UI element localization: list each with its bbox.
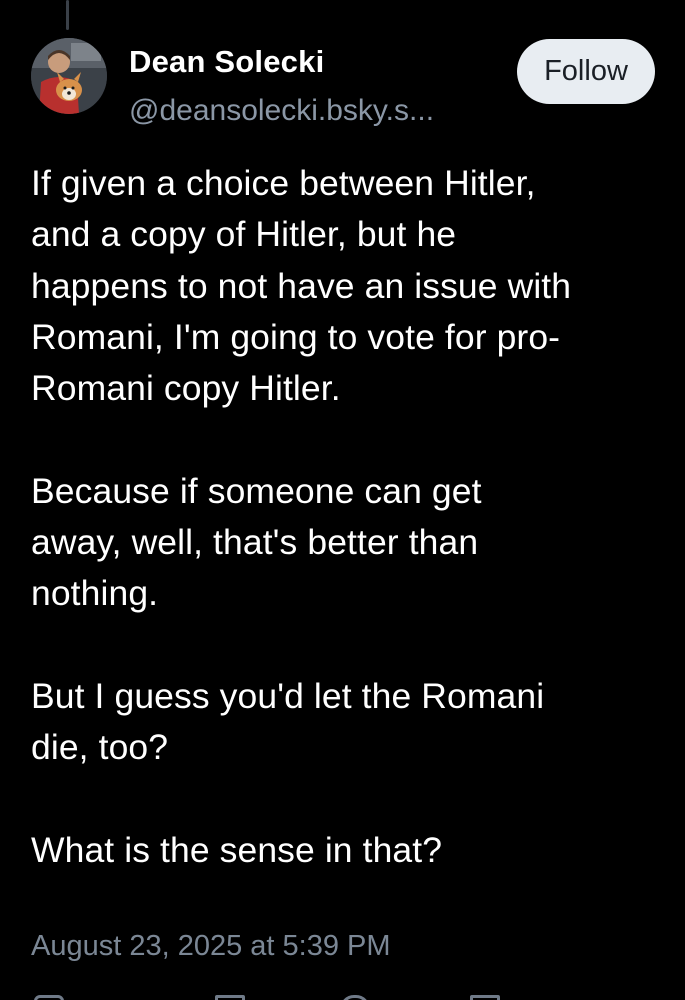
post-text-line: and a copy of Hitler, but he	[31, 214, 457, 255]
post-paragraph: What is the sense in that?	[31, 825, 661, 876]
post-text-line: away, well, that's better than	[31, 522, 479, 563]
post-text-line: Romani copy Hitler.	[31, 368, 341, 409]
post-timestamp[interactable]: August 23, 2025 at 5:39 PM	[31, 930, 391, 963]
author-handle[interactable]: @deansolecki.bsky.s...	[129, 94, 434, 128]
post-paragraph: If given a choice between Hitler, and a …	[31, 158, 661, 414]
post-text-line: What is the sense in that?	[31, 829, 443, 870]
follow-button[interactable]: Follow	[517, 39, 655, 104]
post-text-line: Because if someone can get	[31, 470, 482, 511]
post-text-line: die, too?	[31, 727, 169, 768]
share-icon[interactable]	[470, 995, 500, 1000]
repost-icon[interactable]	[215, 995, 245, 1000]
post-paragraph: Because if someone can get away, well, t…	[31, 466, 661, 620]
avatar-photo-icon	[31, 38, 107, 114]
post-text-line: Romani, I'm going to vote for pro-	[31, 316, 561, 357]
author-display-name[interactable]: Dean Solecki	[129, 44, 324, 80]
post-paragraph: But I guess you'd let the Romani die, to…	[31, 671, 661, 774]
avatar[interactable]	[31, 38, 107, 114]
post-text-line: nothing.	[31, 573, 159, 614]
like-icon[interactable]	[340, 995, 370, 1000]
reply-icon[interactable]	[34, 995, 64, 1000]
post-action-bar	[0, 985, 685, 1000]
post-text-line: But I guess you'd let the Romani	[31, 675, 545, 716]
post-text-line: happens to not have an issue with	[31, 265, 572, 306]
thread-connector-line	[66, 0, 69, 30]
post-text: If given a choice between Hitler, and a …	[31, 158, 661, 876]
post-text-line: If given a choice between Hitler,	[31, 163, 536, 203]
